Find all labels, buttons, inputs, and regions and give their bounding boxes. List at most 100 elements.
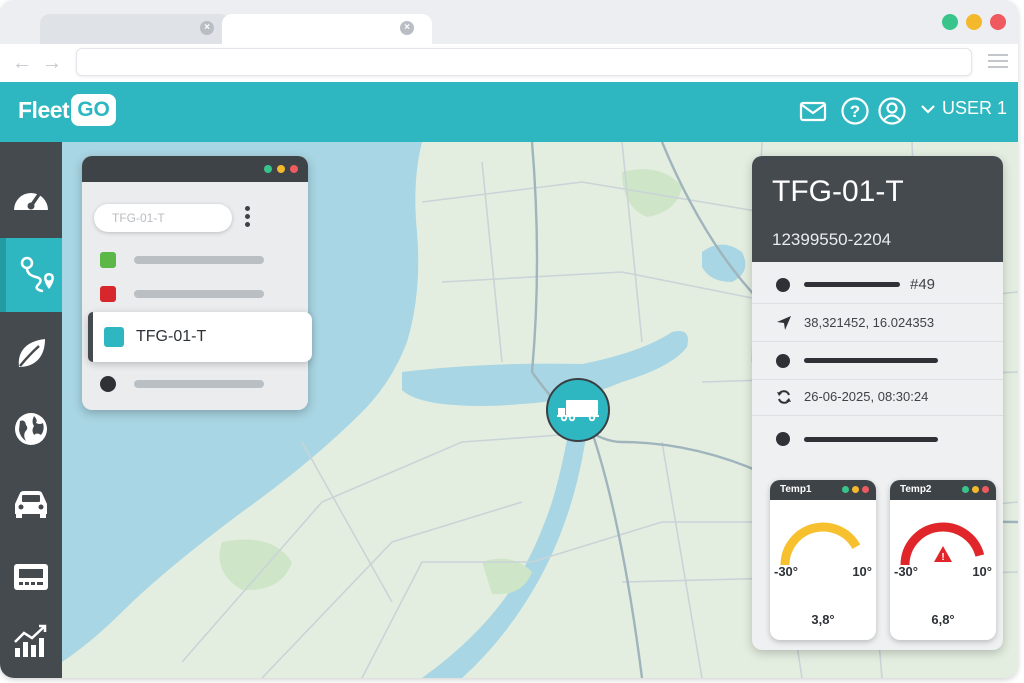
list-item-selected[interactable]: TFG-01-T xyxy=(88,312,312,362)
svg-text:!: ! xyxy=(941,552,944,563)
fleetgo-logo[interactable]: Fleet GO xyxy=(18,94,116,126)
sidebar-item-vehicles[interactable] xyxy=(0,466,62,540)
placeholder-bar xyxy=(134,380,264,388)
truck-icon xyxy=(557,400,599,422)
more-options-icon[interactable] xyxy=(245,206,251,230)
vehicle-search-input[interactable]: TFG-01-T xyxy=(94,204,232,232)
dot-green xyxy=(842,486,849,493)
placeholder-bar xyxy=(804,358,938,363)
gauge-max: 10° xyxy=(972,564,992,579)
speedometer-icon xyxy=(13,191,48,210)
dot-green xyxy=(962,486,969,493)
placeholder-bar xyxy=(134,290,264,298)
list-item[interactable] xyxy=(100,252,264,268)
gauge-max: 10° xyxy=(852,564,872,579)
dot-yellow xyxy=(852,486,859,493)
panel-titlebar xyxy=(82,156,308,182)
refresh-icon xyxy=(777,389,791,404)
close-panel-button[interactable] xyxy=(290,165,298,173)
last-update-time: 26-06-2025, 08:30:24 xyxy=(804,389,929,404)
bullet-icon xyxy=(776,432,790,446)
status-ok-indicator xyxy=(100,252,116,268)
car-icon xyxy=(15,491,47,518)
app-header: Fleet GO ? USER 1 xyxy=(0,82,1018,142)
sidebar-item-global[interactable] xyxy=(0,392,62,466)
vehicle-number: 12399550-2204 xyxy=(772,230,892,249)
browser-tab-active[interactable]: × xyxy=(222,14,432,44)
dot-red xyxy=(862,486,869,493)
detail-row-trip: #49 xyxy=(752,266,1003,304)
navigation-arrow-icon xyxy=(777,315,791,330)
gauge-min: -30° xyxy=(774,564,798,579)
dot-yellow xyxy=(972,486,979,493)
sidebar xyxy=(0,142,76,678)
detail-row-info xyxy=(752,420,1003,458)
sidebar-item-devices[interactable] xyxy=(0,540,62,614)
sensor-titlebar: Temp1 xyxy=(770,480,876,500)
detail-row-updated: 26-06-2025, 08:30:24 xyxy=(752,378,1003,416)
list-item[interactable] xyxy=(100,376,264,392)
close-tab-icon[interactable]: × xyxy=(400,21,414,35)
placeholder-bar xyxy=(804,282,900,287)
gauge xyxy=(780,522,866,566)
address-bar[interactable] xyxy=(76,48,972,76)
browser-menu-icon[interactable] xyxy=(988,54,1008,72)
terminal-icon xyxy=(14,564,48,590)
sensor-value: 3,8° xyxy=(811,612,835,627)
maximize-button[interactable] xyxy=(264,165,272,173)
minimize-button[interactable] xyxy=(966,14,982,30)
sensor-card-temp1[interactable]: Temp1 -30° 10° 3,8° xyxy=(770,480,876,640)
placeholder-bar xyxy=(134,256,264,264)
chevron-down-icon xyxy=(921,104,935,114)
placeholder-bar xyxy=(804,436,938,442)
chart-icon xyxy=(14,624,47,657)
bullet-icon xyxy=(776,353,790,368)
coordinates: 38,321452, 16.024353 xyxy=(804,315,935,330)
logo-badge: GO xyxy=(71,94,116,126)
leaf-icon xyxy=(18,339,45,367)
detail-row-location: 38,321452, 16.024353 xyxy=(752,304,1003,342)
logo-text: Fleet xyxy=(18,96,70,123)
status-idle-indicator xyxy=(100,376,116,392)
gauge-fill xyxy=(780,522,861,566)
bullet-icon xyxy=(776,277,790,292)
route-icon xyxy=(20,256,54,293)
help-icon[interactable]: ? xyxy=(840,96,870,126)
vehicle-marker[interactable] xyxy=(546,378,610,442)
user-menu[interactable]: USER 1 xyxy=(920,98,1007,119)
forward-arrow-icon[interactable]: → xyxy=(42,52,62,75)
browser-window: × × ← → Fleet GO ? USER 1 TFG-01-T TFG-0… xyxy=(0,0,1018,678)
sidebar-item-dashboard[interactable] xyxy=(0,160,62,234)
user-name: USER 1 xyxy=(942,98,1008,118)
warning-icon: ! xyxy=(934,546,952,563)
vehicle-label: TFG-01-T xyxy=(136,328,207,345)
status-alert-indicator xyxy=(100,286,116,302)
sensor-titlebar: Temp2 xyxy=(890,480,996,500)
gauge: ! xyxy=(900,522,986,566)
back-arrow-icon[interactable]: ← xyxy=(12,52,32,75)
window-controls xyxy=(942,14,1006,30)
sensor-card-temp2[interactable]: Temp2 ! -30° 10° 6,8° xyxy=(890,480,996,640)
browser-tab[interactable]: × xyxy=(40,14,230,44)
dot-red xyxy=(982,486,989,493)
gauge-min: -30° xyxy=(894,564,918,579)
vehicle-id: TFG-01-T xyxy=(772,175,904,208)
list-item[interactable] xyxy=(100,286,264,302)
minimize-button[interactable] xyxy=(277,165,285,173)
svg-text:?: ? xyxy=(850,102,860,121)
sidebar-item-reports[interactable] xyxy=(0,604,62,678)
close-tab-icon[interactable]: × xyxy=(200,21,214,35)
sidebar-item-eco[interactable] xyxy=(0,316,62,390)
close-window-button[interactable] xyxy=(990,14,1006,30)
globe-icon xyxy=(15,413,47,445)
address-row: ← → xyxy=(0,44,1018,82)
mail-icon[interactable] xyxy=(798,96,828,126)
detail-row-info xyxy=(752,342,1003,380)
sensor-label: Temp2 xyxy=(900,484,932,495)
sensor-value: 6,8° xyxy=(931,612,955,627)
status-active-indicator xyxy=(104,327,124,347)
details-header: TFG-01-T 12399550-2204 xyxy=(752,156,1003,262)
user-icon[interactable] xyxy=(877,96,907,126)
maximize-button[interactable] xyxy=(942,14,958,30)
vehicle-details-panel: TFG-01-T 12399550-2204 #49 38,321452, 16… xyxy=(752,156,1003,650)
